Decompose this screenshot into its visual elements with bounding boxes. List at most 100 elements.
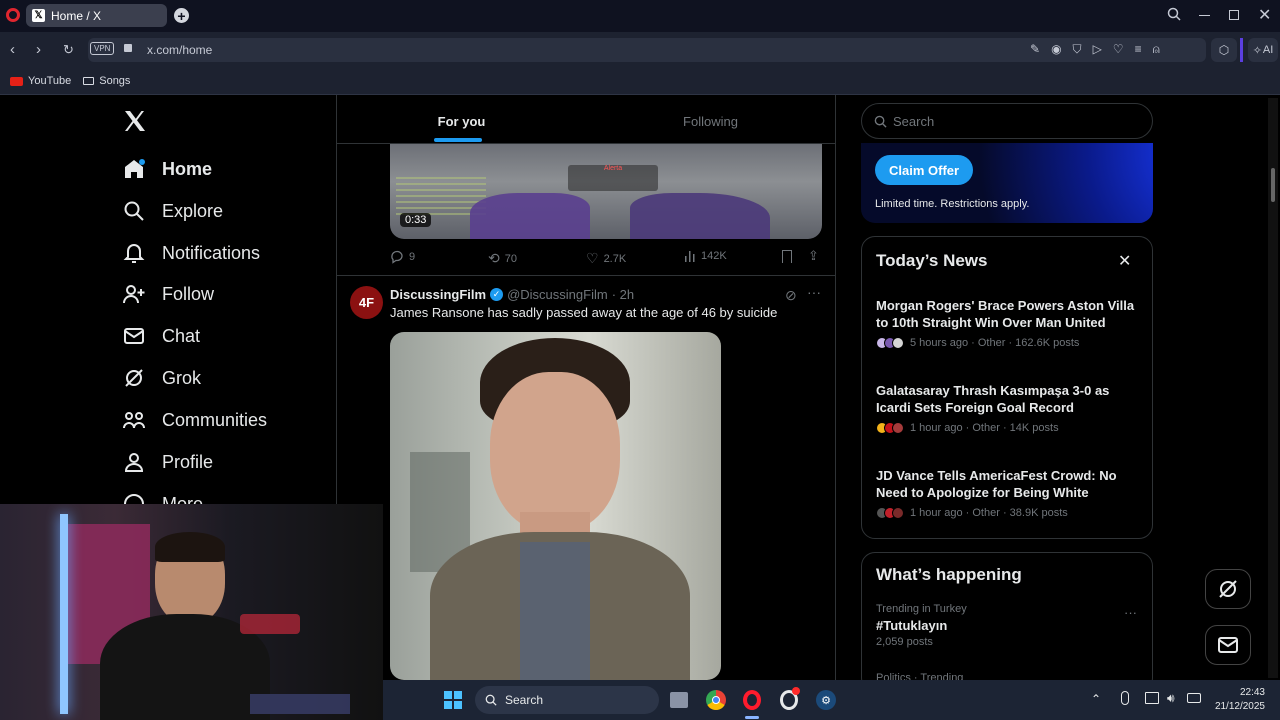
network-icon[interactable] [1145,692,1159,704]
share-icon[interactable]: ⇪ [808,248,819,264]
tray-chevron-icon[interactable]: ⌃ [1091,692,1101,706]
grok-icon [1219,580,1237,598]
reload-icon[interactable]: ↻ [63,42,74,58]
post-more-icon[interactable]: ··· [807,284,821,300]
sidebar-item-grok[interactable]: Grok [122,361,201,395]
video-weapon-left [470,193,590,239]
play-icon[interactable]: ▷ [1093,42,1102,57]
trend-count: 2,059 posts [876,636,933,648]
views-button[interactable]: 142K [684,250,727,262]
post-time[interactable]: · 2h [612,287,634,302]
volume-icon[interactable]: 🔊︎ [1167,691,1175,706]
bookmarks-bar: YouTube Songs [0,68,1280,95]
post-author-name[interactable]: DiscussingFilm [390,287,486,302]
sidebar-item-notifications[interactable]: Notifications [122,236,260,270]
search-box[interactable]: Search [861,103,1153,139]
taskbar-clock[interactable]: 22:43 21/12/2025 [1209,686,1265,714]
repost-button[interactable]: ⟲ 70 [488,250,517,267]
aria-ai-button[interactable]: ✧ AI [1248,38,1278,62]
photo-shirt [520,542,590,680]
trend-more-icon[interactable]: ··· [1124,605,1137,620]
vpn-badge[interactable]: VPN [90,42,115,55]
search-icon [122,199,146,223]
close-icon[interactable]: ✕ [1118,251,1131,271]
windows-start-icon[interactable] [444,691,462,709]
bookmark-icon[interactable] [782,250,792,263]
news-item[interactable]: Galatasaray Thrash Kasımpaşa 3-0 as Icar… [876,382,1144,434]
account-icon[interactable]: ⍝ [1153,42,1160,57]
opera-taskbar-icon[interactable] [743,690,761,710]
page-scrollbar[interactable] [1268,98,1278,678]
mail-icon [122,324,146,348]
claim-offer-button[interactable]: Claim Offer [875,155,974,185]
browser-tab[interactable]: 𝕏 Home / X [26,4,167,27]
trend-context: Trending in Turkey [876,603,967,615]
edit-icon[interactable]: ✎ [1030,42,1040,57]
menu-icon[interactable]: ≡ [1135,42,1142,57]
search-icon [874,115,887,128]
post-author-handle[interactable]: @DiscussingFilm [507,287,608,302]
microphone-icon[interactable] [1121,691,1129,705]
heart-icon[interactable]: ♡ [1113,42,1124,57]
sidebar-item-communities[interactable]: Communities [122,403,267,437]
new-tab-button[interactable]: + [174,8,189,23]
sidebar-item-profile[interactable]: Profile [122,445,213,479]
sidebar-item-follow[interactable]: Follow [122,277,214,311]
battery-icon[interactable] [1187,693,1201,703]
x-logo[interactable] [123,108,147,140]
sidebar-item-home[interactable]: Home [122,152,212,186]
sidebar-item-chat[interactable]: Chat [122,319,200,353]
premium-promo-card: Claim Offer Limited time. Restrictions a… [861,143,1153,223]
news-item[interactable]: JD Vance Tells AmericaFest Crowd: No Nee… [876,467,1144,519]
news-item-meta: 1 hour ago · Other · 14K posts [910,422,1059,434]
grok-explain-icon[interactable]: ⊘ [785,287,797,304]
chrome-icon[interactable] [706,690,726,710]
bookmark-songs[interactable]: Songs [83,75,130,87]
bookmark-youtube[interactable]: YouTube [10,75,71,87]
search-tabs-icon[interactable] [1167,7,1181,24]
close-window-button[interactable]: ✕ [1258,5,1271,25]
forward-icon[interactable]: › [36,41,41,58]
add-user-icon [122,282,146,306]
shield-icon[interactable]: ⛉ [1073,42,1082,57]
webcam-overlay [0,504,383,720]
grok-float-button[interactable] [1205,569,1251,609]
sidebar-item-explore[interactable]: Explore [122,194,223,228]
news-item-meta: 1 hour ago · Other · 38.9K posts [910,507,1068,519]
tab-following[interactable]: Following [586,98,835,144]
promo-note: Limited time. Restrictions apply. [875,198,1030,210]
post-video[interactable]: Alerta 0:33 [390,143,822,239]
opera-logo-icon[interactable] [6,8,20,22]
news-item[interactable]: Morgan Rogers' Brace Powers Aston Villa … [876,297,1144,349]
back-icon[interactable]: ‹ [10,41,15,58]
news-item-meta: 5 hours ago · Other · 162.6K posts [910,337,1080,349]
trend-item[interactable]: Trending in Turkey #Tutuklayın 2,059 pos… [876,603,1144,648]
scrollbar-thumb[interactable] [1271,168,1275,202]
taskbar-search[interactable]: Search [475,686,659,714]
webcam-person-hair [155,532,225,562]
trend-name: #Tutuklayın [876,618,948,633]
like-button[interactable]: ♡ 2.7K [586,250,626,267]
extensions-icon[interactable]: ⬡ [1211,38,1237,62]
reply-button[interactable]: 9 [390,250,415,264]
post-header: DiscussingFilm ✓ @DiscussingFilm · 2h [390,287,634,302]
messages-float-button[interactable] [1205,625,1251,665]
url-text[interactable]: x.com/home [147,43,212,57]
post-text: James Ransone has sadly passed away at t… [390,305,778,320]
post-image[interactable] [390,332,721,680]
camera-icon[interactable]: ◉ [1051,42,1061,57]
news-item-title: Morgan Rogers' Brace Powers Aston Villa … [876,298,1135,330]
restore-button[interactable] [1229,10,1239,20]
video-weapon-right [630,193,770,239]
steam-icon[interactable]: ⚙ [816,690,836,710]
sparkle-icon: ✧ [1252,44,1262,57]
x-favicon-icon: 𝕏 [32,9,45,22]
folder-icon [83,77,95,85]
happening-title: What’s happening [876,565,1022,584]
opera-gx-icon[interactable] [780,687,800,710]
post-avatar[interactable]: 4F [350,286,383,319]
minimize-button[interactable] [1199,15,1210,16]
post-divider [337,275,835,276]
task-view-icon[interactable] [670,692,688,708]
webcam-led-strip [60,514,68,714]
